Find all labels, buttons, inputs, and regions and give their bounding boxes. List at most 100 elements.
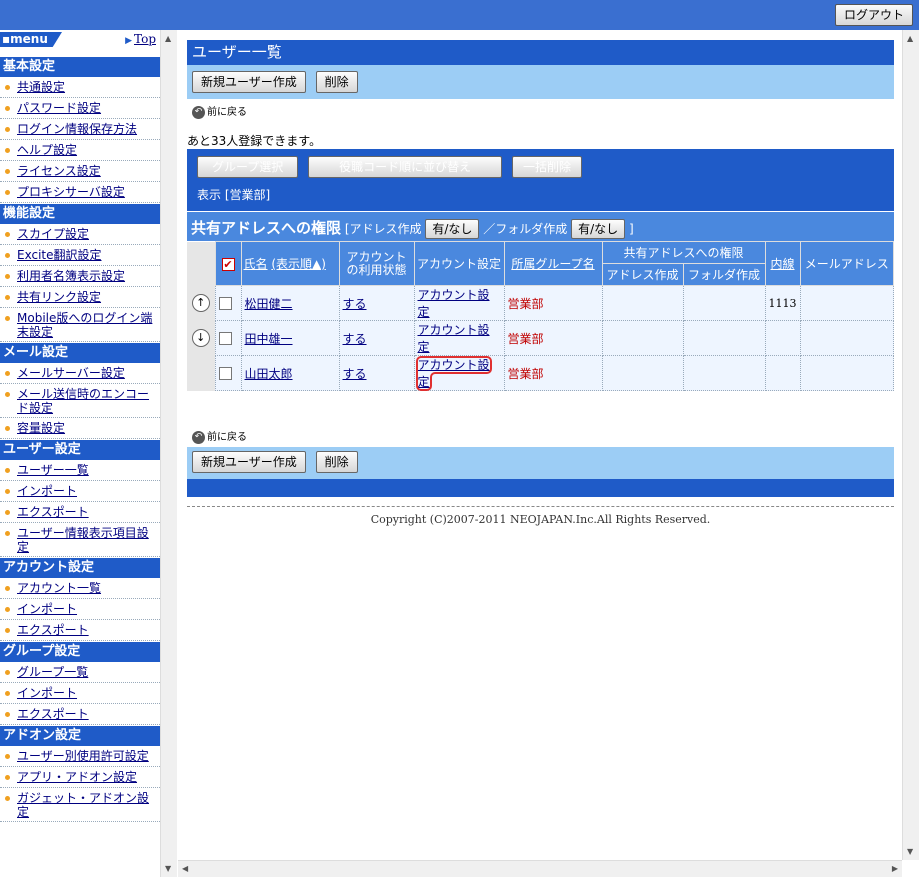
sidebar-item-label[interactable]: 容量設定 [17, 421, 65, 435]
sidebar-item[interactable]: 容量設定 [0, 418, 160, 439]
sidebar-item[interactable]: 共通設定 [0, 77, 160, 98]
sidebar-item[interactable]: 利用者名簿表示設定 [0, 266, 160, 287]
sidebar-item[interactable]: ユーザー情報表示項目設定 [0, 523, 160, 557]
status-link[interactable]: する [343, 297, 367, 311]
account-setting-cell: アカウント設定 [413, 285, 505, 321]
sidebar-item[interactable]: エクスポート [0, 502, 160, 523]
sidebar-item[interactable]: ヘルプ設定 [0, 140, 160, 161]
account-setting-link[interactable]: アカウント設定 [415, 356, 492, 391]
sidebar-item-label[interactable]: アプリ・アドオン設定 [17, 770, 137, 784]
sidebar-item[interactable]: Mobile版へのログイン端末設定 [0, 308, 160, 342]
sidebar-item-label[interactable]: メールサーバー設定 [17, 366, 125, 380]
folder-create-toggle[interactable]: 有/なし [571, 219, 626, 239]
status-link[interactable]: する [343, 367, 367, 381]
back-link-bottom[interactable]: ↶ 前に戻る [187, 429, 894, 447]
sidebar-item[interactable]: Excite翻訳設定 [0, 245, 160, 266]
sidebar-item-label[interactable]: ガジェット・アドオン設定 [17, 791, 149, 819]
sidebar-item[interactable]: エクスポート [0, 704, 160, 725]
sidebar-item-label[interactable]: エクスポート [17, 707, 89, 721]
user-name-link[interactable]: 田中雄一 [245, 332, 293, 346]
top-link[interactable]: ▶ Top [125, 32, 156, 46]
row-checkbox[interactable] [218, 297, 232, 310]
main-horizontal-scrollbar[interactable]: ◀ ▶ [178, 860, 902, 877]
scroll-down-icon[interactable]: ▼ [907, 847, 913, 856]
sidebar-item-label[interactable]: Mobile版へのログイン端末設定 [17, 311, 152, 339]
sidebar-item-label[interactable]: アカウント一覧 [17, 581, 101, 595]
sidebar-item-label[interactable]: ユーザー一覧 [17, 463, 89, 477]
scroll-left-icon[interactable]: ◀ [182, 864, 188, 873]
back-label[interactable]: 前に戻る [207, 107, 247, 118]
delete-button[interactable]: 削除 [315, 71, 358, 93]
sidebar-item[interactable]: ライセンス設定 [0, 161, 160, 182]
sidebar-item-label[interactable]: インポート [17, 484, 77, 498]
group-select-button[interactable]: グループ選択 [197, 156, 299, 178]
sidebar-item-label[interactable]: Excite翻訳設定 [17, 248, 102, 262]
sidebar-item-label[interactable]: ライセンス設定 [17, 164, 101, 178]
sidebar-item[interactable]: 共有リンク設定 [0, 287, 160, 308]
sidebar-item[interactable]: インポート [0, 683, 160, 704]
sidebar-item[interactable]: アカウント一覧 [0, 578, 160, 599]
sidebar-item-label[interactable]: 利用者名簿表示設定 [17, 269, 125, 283]
sidebar-scrollbar[interactable]: ▲ ▼ [160, 30, 177, 877]
new-user-button-bottom[interactable]: 新規ユーザー作成 [192, 451, 306, 473]
main-vertical-scrollbar[interactable]: ▲ ▼ [902, 30, 919, 860]
sidebar-item-label[interactable]: 共有リンク設定 [17, 290, 101, 304]
order-sort-link[interactable]: (表示順▲) [271, 257, 326, 271]
row-checkbox[interactable] [218, 332, 232, 345]
sidebar-item[interactable]: スカイプ設定 [0, 224, 160, 245]
scroll-up-icon[interactable]: ▲ [907, 34, 913, 43]
account-setting-link[interactable]: アカウント設定 [418, 288, 490, 319]
name-sort-link[interactable]: 氏名 [244, 257, 268, 271]
sidebar-item[interactable]: メール送信時のエンコード設定 [0, 384, 160, 418]
sidebar-item-label[interactable]: スカイプ設定 [17, 227, 89, 241]
arrow-up-icon[interactable]: ↑ [191, 294, 210, 312]
sidebar-item-label[interactable]: パスワード設定 [17, 101, 101, 115]
row-checkbox[interactable] [218, 367, 232, 380]
sidebar-item-label[interactable]: 共通設定 [17, 80, 65, 94]
sidebar-item-label[interactable]: ヘルプ設定 [17, 143, 77, 157]
sidebar-item[interactable]: ログイン情報保存方法 [0, 119, 160, 140]
status-link[interactable]: する [343, 332, 367, 346]
new-user-button[interactable]: 新規ユーザー作成 [192, 71, 306, 93]
sidebar-item-label[interactable]: グループ一覧 [17, 665, 88, 679]
sidebar-item[interactable]: グループ一覧 [0, 662, 160, 683]
sidebar-item[interactable]: ガジェット・アドオン設定 [0, 788, 160, 822]
sidebar-item-label[interactable]: エクスポート [17, 505, 89, 519]
sidebar-item-label[interactable]: ユーザー情報表示項目設定 [17, 526, 149, 554]
arrow-down-icon[interactable]: ↓ [191, 329, 210, 347]
delete-button-bottom[interactable]: 削除 [315, 451, 358, 473]
sidebar-item[interactable]: インポート [0, 481, 160, 502]
sidebar-item-label[interactable]: ログイン情報保存方法 [17, 122, 137, 136]
sidebar-item-label[interactable]: ユーザー別使用許可設定 [17, 749, 149, 763]
scroll-right-icon[interactable]: ▶ [892, 864, 898, 873]
sidebar-item[interactable]: プロキシサーバ設定 [0, 182, 160, 203]
user-name-link[interactable]: 松田健二 [245, 297, 293, 311]
sidebar-item-label[interactable]: インポート [17, 602, 77, 616]
sidebar-item[interactable]: インポート [0, 599, 160, 620]
sort-by-code-button[interactable]: 役職コード順に並び替え [308, 156, 503, 178]
logout-button[interactable]: ログアウト [834, 4, 913, 26]
address-create-toggle[interactable]: 有/なし [425, 219, 480, 239]
sidebar-item-label[interactable]: インポート [17, 686, 77, 700]
group-sort-link[interactable]: 所属グループ名 [511, 257, 594, 271]
back-link[interactable]: ↶ 前に戻る [187, 104, 894, 122]
sidebar-item[interactable]: メールサーバー設定 [0, 363, 160, 384]
sidebar-item-label[interactable]: メール送信時のエンコード設定 [17, 387, 149, 415]
sidebar-item[interactable]: ユーザー別使用許可設定 [0, 746, 160, 767]
user-name-link[interactable]: 山田太郎 [245, 367, 293, 381]
sidebar-item-label[interactable]: エクスポート [17, 623, 89, 637]
sidebar-item-label[interactable]: プロキシサーバ設定 [17, 185, 125, 199]
copyright: Copyright (C)2007-2011 NEOJAPAN.Inc.All … [187, 506, 894, 526]
top-link-label[interactable]: Top [134, 32, 156, 46]
scroll-up-icon[interactable]: ▲ [165, 34, 171, 43]
sidebar-item[interactable]: ユーザー一覧 [0, 460, 160, 481]
sidebar-item[interactable]: アプリ・アドオン設定 [0, 767, 160, 788]
scroll-down-icon[interactable]: ▼ [165, 864, 171, 873]
sidebar-item[interactable]: エクスポート [0, 620, 160, 641]
sidebar-item[interactable]: パスワード設定 [0, 98, 160, 119]
extension-sort-link[interactable]: 内線 [770, 257, 794, 271]
select-all-checkbox[interactable]: ✔ [221, 257, 235, 271]
bulk-delete-button[interactable]: 一括削除 [511, 156, 582, 178]
back-label[interactable]: 前に戻る [207, 432, 247, 443]
account-setting-link[interactable]: アカウント設定 [418, 323, 490, 354]
